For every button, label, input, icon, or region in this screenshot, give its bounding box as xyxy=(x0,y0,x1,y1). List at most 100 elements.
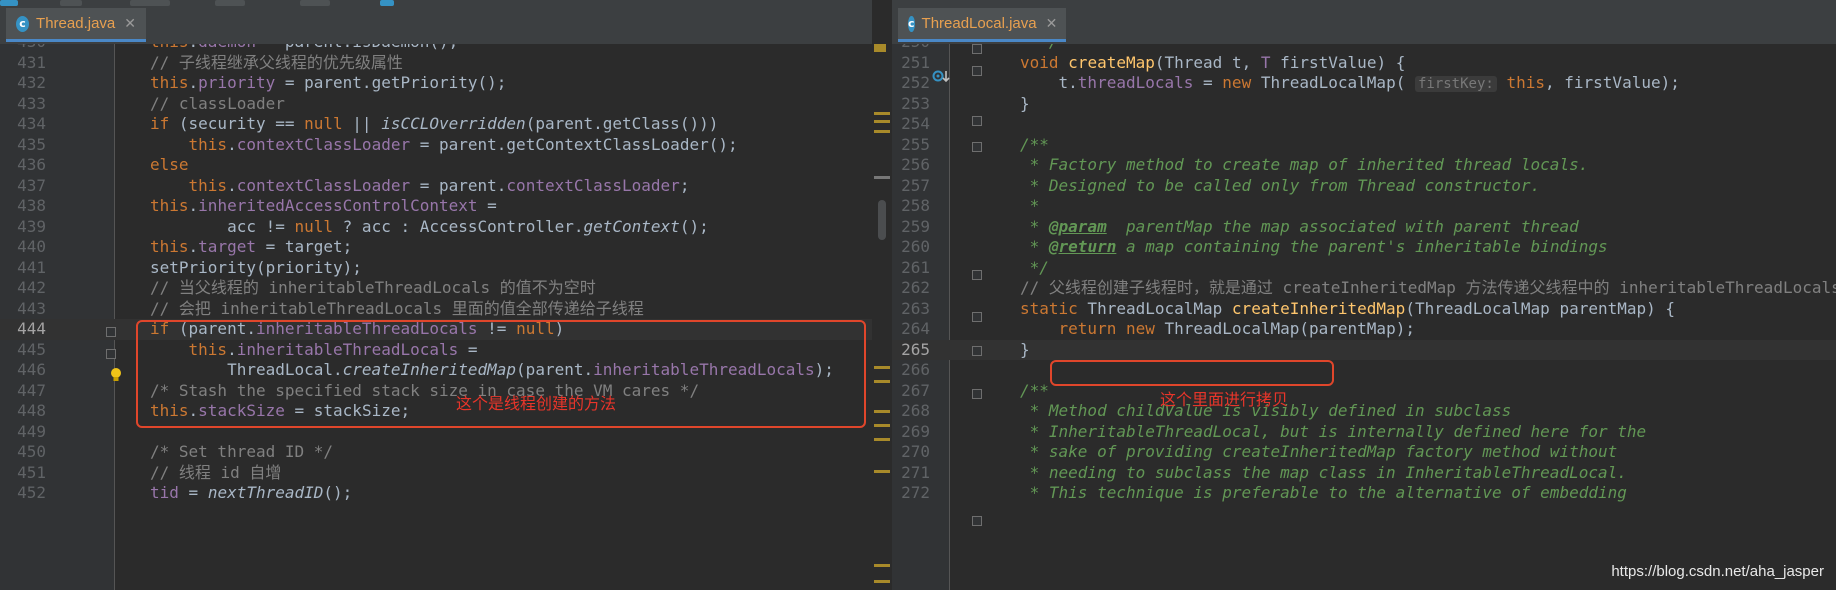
error-stripe-mark[interactable] xyxy=(874,564,890,567)
error-stripe-mark[interactable] xyxy=(874,424,890,427)
code-text[interactable]: if (security == null || isCCLOverridden(… xyxy=(150,114,718,135)
line-number[interactable]: 272 xyxy=(892,483,930,504)
tab-thread-java[interactable]: c Thread.java ✕ xyxy=(6,8,146,42)
line-number[interactable]: 439 xyxy=(0,217,46,238)
code-line[interactable]: 439 acc != null ? acc : AccessController… xyxy=(0,217,872,238)
code-line[interactable]: 450 /* Set thread ID */ xyxy=(0,442,872,463)
fold-marker-icon[interactable] xyxy=(972,44,982,54)
scroll-thumb[interactable] xyxy=(878,200,886,240)
line-number[interactable]: 450 xyxy=(0,442,46,463)
fold-marker-icon[interactable] xyxy=(972,346,982,356)
code-line[interactable]: 442 // 当父线程的 inheritableThreadLocals 的值不为… xyxy=(0,278,872,299)
code-text[interactable]: this.inheritedAccessControlContext = xyxy=(150,196,497,217)
line-number[interactable]: 254 xyxy=(892,114,930,135)
code-text[interactable]: } xyxy=(1020,340,1030,361)
code-line[interactable]: 269 * InheritableThreadLocal, but is int… xyxy=(892,422,1836,443)
error-stripe-mark[interactable] xyxy=(874,366,890,369)
code-line[interactable]: 261 */ xyxy=(892,258,1836,279)
code-text[interactable]: t.threadLocals = new ThreadLocalMap( fir… xyxy=(1020,73,1680,95)
code-line[interactable]: 431 // 子线程继承父线程的优先级属性 xyxy=(0,53,872,74)
code-line[interactable]: 268 * Method childValue is visibly defin… xyxy=(892,401,1836,422)
line-number[interactable]: 250 xyxy=(892,44,930,53)
line-number[interactable]: 437 xyxy=(0,176,46,197)
code-text[interactable]: // 子线程继承父线程的优先级属性 xyxy=(150,53,403,74)
code-text[interactable]: // 会把 inheritableThreadLocals 里面的值全部传递给子… xyxy=(150,299,644,320)
line-number[interactable]: 258 xyxy=(892,196,930,217)
code-line[interactable]: 258 * xyxy=(892,196,1836,217)
error-stripe-mark[interactable] xyxy=(874,44,886,52)
code-line[interactable]: 270 * sake of providing createInheritedM… xyxy=(892,442,1836,463)
code-line[interactable]: 272 * This technique is preferable to th… xyxy=(892,483,1836,504)
line-number[interactable]: 255 xyxy=(892,135,930,156)
line-number[interactable]: 442 xyxy=(0,278,46,299)
code-line[interactable]: 443 // 会把 inheritableThreadLocals 里面的值全部传… xyxy=(0,299,872,320)
code-text[interactable]: */ xyxy=(1020,258,1049,279)
error-stripe-mark[interactable] xyxy=(874,112,890,115)
line-number[interactable]: 447 xyxy=(0,381,46,402)
error-stripe-mark[interactable] xyxy=(874,130,890,133)
code-text[interactable]: this.daemon = parent.isDaemon(); xyxy=(150,44,458,53)
code-line[interactable]: 434 if (security == null || isCCLOverridd… xyxy=(0,114,872,135)
line-number[interactable]: 436 xyxy=(0,155,46,176)
code-line[interactable]: 267 /** xyxy=(892,381,1836,402)
line-number[interactable]: 435 xyxy=(0,135,46,156)
line-number[interactable]: 430 xyxy=(0,44,46,53)
code-line[interactable]: 440 this.target = target; xyxy=(0,237,872,258)
line-number[interactable]: 449 xyxy=(0,422,46,443)
code-line[interactable]: 263 static ThreadLocalMap createInherited… xyxy=(892,299,1836,320)
line-number[interactable]: 271 xyxy=(892,463,930,484)
code-line[interactable]: 433 // classLoader xyxy=(0,94,872,115)
error-stripe-mark[interactable] xyxy=(874,580,890,583)
line-number[interactable]: 252 xyxy=(892,73,930,94)
code-text[interactable]: * @param parentMap the map associated wi… xyxy=(1020,217,1579,238)
code-text[interactable]: else xyxy=(150,155,189,176)
code-line[interactable]: 441 setPriority(priority); xyxy=(0,258,872,279)
code-text[interactable]: /** xyxy=(1020,381,1049,402)
close-icon[interactable]: ✕ xyxy=(1046,15,1058,32)
line-number[interactable]: 446 xyxy=(0,360,46,381)
tab-threadlocal-java[interactable]: c ThreadLocal.java ✕ xyxy=(898,8,1066,42)
line-number[interactable]: 451 xyxy=(0,463,46,484)
code-line[interactable]: 264 return new ThreadLocalMap(parentMap)… xyxy=(892,319,1836,340)
line-number[interactable]: 262 xyxy=(892,278,930,299)
line-number[interactable]: 251 xyxy=(892,53,930,74)
code-line[interactable]: 452 tid = nextThreadID(); xyxy=(0,483,872,504)
code-text[interactable]: static ThreadLocalMap createInheritedMap… xyxy=(1020,299,1675,320)
line-number[interactable]: 253 xyxy=(892,94,930,115)
code-text[interactable]: this.contextClassLoader = parent.getCont… xyxy=(150,135,738,156)
fold-marker-icon[interactable] xyxy=(972,116,982,126)
line-number[interactable]: 441 xyxy=(0,258,46,279)
code-line[interactable]: 256 * Factory method to create map of in… xyxy=(892,155,1836,176)
line-number[interactable]: 256 xyxy=(892,155,930,176)
line-number[interactable]: 445 xyxy=(0,340,46,361)
code-line[interactable]: 257 * Designed to be called only from Th… xyxy=(892,176,1836,197)
code-text[interactable]: // classLoader xyxy=(150,94,285,115)
code-text[interactable]: tid = nextThreadID(); xyxy=(150,483,352,504)
line-number[interactable]: 270 xyxy=(892,442,930,463)
close-icon[interactable]: ✕ xyxy=(124,15,136,32)
line-number[interactable]: 268 xyxy=(892,401,930,422)
error-stripe-mark[interactable] xyxy=(874,438,890,441)
left-scrollbar[interactable] xyxy=(872,0,892,590)
code-text[interactable]: this.contextClassLoader = parent.context… xyxy=(150,176,690,197)
code-line[interactable]: 437 this.contextClassLoader = parent.con… xyxy=(0,176,872,197)
error-stripe-mark[interactable] xyxy=(874,380,890,383)
code-text[interactable]: this.priority = parent.getPriority(); xyxy=(150,73,506,94)
code-text[interactable]: * Designed to be called only from Thread… xyxy=(1020,176,1541,197)
code-text[interactable]: setPriority(priority); xyxy=(150,258,362,279)
code-line[interactable]: 451 // 线程 id 自增 xyxy=(0,463,872,484)
error-stripe-mark[interactable] xyxy=(874,470,890,473)
line-number[interactable]: 261 xyxy=(892,258,930,279)
fold-marker-icon[interactable] xyxy=(106,349,116,359)
code-line[interactable]: 432 this.priority = parent.getPriority(); xyxy=(0,73,872,94)
code-text[interactable]: // 父线程创建子线程时，就是通过 createInheritedMap 方法传… xyxy=(1020,278,1836,299)
line-number[interactable]: 452 xyxy=(0,483,46,504)
line-number[interactable]: 265 xyxy=(892,340,930,361)
code-line[interactable]: 252 t.threadLocals = new ThreadLocalMap(… xyxy=(892,73,1836,94)
fold-marker-icon[interactable] xyxy=(972,66,982,76)
top-strip-item[interactable] xyxy=(300,0,330,6)
override-marker-icon[interactable] xyxy=(932,68,952,84)
code-line[interactable]: 262 // 父线程创建子线程时，就是通过 createInheritedMap … xyxy=(892,278,1836,299)
code-line[interactable]: 259 * @param parentMap the map associate… xyxy=(892,217,1836,238)
code-line[interactable]: 430 this.daemon = parent.isDaemon(); xyxy=(0,44,872,53)
